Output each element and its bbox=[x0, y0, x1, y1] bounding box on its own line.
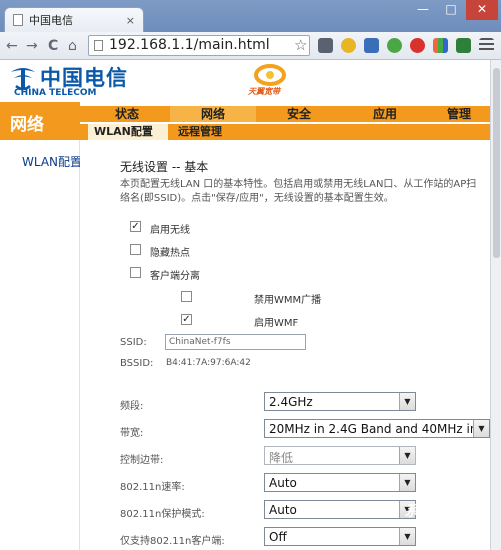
hide-hotspot-checkbox[interactable] bbox=[130, 244, 141, 255]
close-window-button[interactable]: ✕ bbox=[466, 0, 498, 20]
brand-name-en: CHINA TELECOM bbox=[14, 88, 97, 98]
page-title: 无线设置 -- 基本 bbox=[120, 160, 209, 174]
header-logo-band: 中国电信 CHINA TELECOM 天翼宽带 bbox=[0, 60, 490, 102]
enable-wireless-label: 启用无线 bbox=[150, 225, 190, 236]
sidebar-item-wlan-config[interactable]: WLAN配置 bbox=[22, 153, 82, 170]
bssid-value: B4:41:7A:97:6A:42 bbox=[166, 358, 251, 368]
tab-application[interactable]: 应用 bbox=[342, 106, 428, 122]
n-protection-label: 802.11n保护模式: bbox=[120, 509, 205, 520]
enable-wmf-label: 启用WMF bbox=[254, 318, 299, 329]
disable-wmm-label: 禁用WMM广播 bbox=[254, 295, 322, 306]
vertical-scrollbar[interactable] bbox=[490, 60, 501, 550]
tab-security[interactable]: 安全 bbox=[256, 106, 342, 122]
chevron-down-icon: ▼ bbox=[399, 393, 415, 410]
tab-title: 中国电信 bbox=[29, 14, 73, 27]
bandwidth-select[interactable]: 20MHz in 2.4G Band and 40MHz in 5 ▼ bbox=[264, 419, 490, 438]
bandwidth-label: 带宽: bbox=[120, 428, 144, 439]
browser-tab[interactable]: 中国电信 × bbox=[4, 7, 144, 32]
smile-icon[interactable] bbox=[387, 38, 402, 53]
page-icon bbox=[94, 40, 103, 51]
back-icon[interactable]: ← bbox=[6, 37, 18, 55]
control-sideband-label: 控制边带: bbox=[120, 455, 164, 466]
address-bar[interactable]: 192.168.1.1/main.html bbox=[88, 35, 310, 56]
sub-brand: 天翼宽带 bbox=[248, 87, 280, 96]
url-text: 192.168.1.1/main.html bbox=[109, 37, 270, 53]
reload-icon[interactable]: C bbox=[48, 37, 58, 55]
control-sideband-select: 降低 ▼ bbox=[264, 446, 416, 465]
scrollbar-thumb[interactable] bbox=[493, 68, 500, 258]
router-page: 中国电信 CHINA TELECOM 天翼宽带 网络 状态 网络 安全 应用 管… bbox=[0, 60, 490, 550]
n-rate-label: 802.11n速率: bbox=[120, 482, 185, 493]
flag-icon[interactable] bbox=[456, 38, 471, 53]
chevron-down-icon: ▼ bbox=[473, 420, 489, 437]
star-icon[interactable] bbox=[341, 38, 356, 53]
enable-wireless-checkbox[interactable]: ✓ bbox=[130, 221, 141, 232]
hide-hotspot-label: 隐藏热点 bbox=[150, 248, 190, 259]
disable-wmm-checkbox[interactable] bbox=[181, 291, 192, 302]
bookmark-star-icon[interactable]: ☆ bbox=[294, 36, 307, 54]
bssid-label: BSSID: bbox=[120, 358, 154, 369]
section-title: 网络 bbox=[0, 102, 80, 140]
camera-icon[interactable] bbox=[318, 38, 333, 53]
sidebar bbox=[0, 140, 80, 550]
subtab-remote-management[interactable]: 远程管理 bbox=[172, 124, 252, 140]
forward-icon[interactable]: → bbox=[26, 37, 38, 55]
tab-status[interactable]: 状态 bbox=[84, 106, 170, 122]
subtab-wlan-config[interactable]: WLAN配置 bbox=[88, 124, 168, 140]
tab-management[interactable]: 管理 bbox=[428, 106, 490, 122]
watermark-logo: 系统之家 bbox=[404, 502, 465, 520]
n-only-label: 仅支持802.11n客户端: bbox=[120, 536, 225, 547]
n-rate-select[interactable]: Auto ▼ bbox=[264, 473, 416, 492]
chevron-down-icon: ▼ bbox=[399, 474, 415, 491]
fx-icon[interactable] bbox=[364, 38, 379, 53]
n-only-select[interactable]: Off ▼ bbox=[264, 527, 416, 546]
chevron-down-icon: ▼ bbox=[399, 447, 415, 464]
client-isolation-checkbox[interactable] bbox=[130, 267, 141, 278]
ssid-input[interactable] bbox=[165, 334, 306, 350]
browser-toolbar: ← → C ⌂ 192.168.1.1/main.html ☆ bbox=[0, 32, 501, 60]
home-icon[interactable]: ⌂ bbox=[68, 37, 77, 55]
bars-icon[interactable] bbox=[433, 38, 448, 53]
browser-titlebar: 中国电信 × — □ ✕ bbox=[0, 0, 501, 32]
n-protection-select[interactable]: Auto ▼ bbox=[264, 500, 416, 519]
tab-close-icon[interactable]: × bbox=[126, 14, 135, 27]
band-select[interactable]: 2.4GHz ▼ bbox=[264, 392, 416, 411]
ssid-label: SSID: bbox=[120, 337, 147, 348]
page-description: 本页配置无线LAN 口的基本特性。包括启用或禁用无线LAN口、从工作站的AP扫 … bbox=[120, 179, 477, 204]
tab-network[interactable]: 网络 bbox=[170, 106, 256, 122]
menu-icon[interactable] bbox=[479, 38, 494, 53]
maximize-button[interactable]: □ bbox=[438, 0, 464, 20]
enable-wmf-checkbox[interactable]: ✓ bbox=[181, 314, 192, 325]
client-isolation-label: 客户端分离 bbox=[150, 271, 200, 282]
page-icon bbox=[13, 14, 23, 26]
record-icon[interactable] bbox=[410, 38, 425, 53]
band-label: 频段: bbox=[120, 401, 144, 412]
minimize-button[interactable]: — bbox=[410, 0, 436, 20]
